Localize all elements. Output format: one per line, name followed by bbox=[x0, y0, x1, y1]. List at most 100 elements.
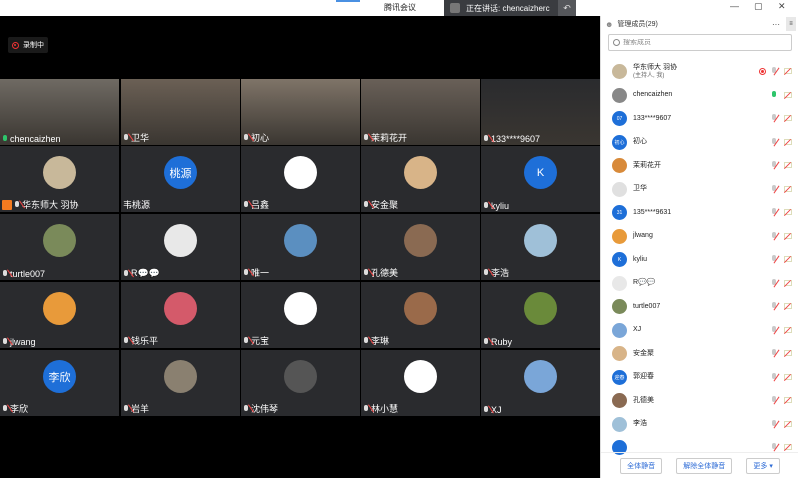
participant-tile[interactable]: 卫华 bbox=[121, 79, 240, 145]
participant-avatar bbox=[524, 292, 557, 325]
camera-off-icon[interactable] bbox=[784, 209, 792, 215]
participant-tile[interactable]: 李欣 李欣 bbox=[0, 350, 119, 416]
maximize-button[interactable]: ▢ bbox=[754, 1, 763, 12]
close-button[interactable]: ✕ bbox=[778, 1, 786, 12]
participant-name: kyliu bbox=[491, 201, 510, 211]
mic-muted-icon[interactable] bbox=[772, 161, 777, 169]
unmute-all-button[interactable]: 解除全体静音 bbox=[676, 457, 733, 474]
participant-tile[interactable]: R💬💬 bbox=[121, 214, 240, 280]
participant-tile[interactable]: 元宝 bbox=[241, 282, 360, 348]
mic-muted-icon[interactable] bbox=[772, 114, 777, 122]
mic-on-icon[interactable] bbox=[772, 90, 777, 99]
participant-tile[interactable]: 沈伟琴 bbox=[241, 350, 360, 416]
mute-all-button[interactable]: 全体静音 bbox=[620, 457, 663, 474]
member-row[interactable]: 初心 初心 bbox=[601, 131, 798, 155]
mic-muted-icon[interactable] bbox=[772, 67, 777, 75]
member-row[interactable]: 安金聚 bbox=[601, 342, 798, 366]
participant-tile[interactable]: 孔德美 bbox=[361, 214, 480, 280]
participant-name-bar: 韦桃源 bbox=[123, 198, 150, 211]
participant-name-bar: 李浩 bbox=[483, 266, 509, 279]
mic-muted-icon[interactable] bbox=[772, 325, 777, 334]
minimize-button[interactable]: — bbox=[730, 1, 739, 11]
participant-tile[interactable]: XJ bbox=[481, 350, 600, 416]
participant-tile[interactable]: 桃源 韦桃源 bbox=[121, 146, 240, 212]
participant-avatar bbox=[164, 224, 197, 257]
mic-muted-icon[interactable] bbox=[772, 278, 777, 287]
camera-off-icon[interactable] bbox=[784, 68, 792, 74]
participant-tile[interactable]: turtle007 bbox=[0, 214, 119, 280]
participant-tile[interactable]: chencaizhen bbox=[0, 79, 119, 145]
camera-off-icon[interactable] bbox=[784, 303, 792, 309]
member-row[interactable]: chencaizhen bbox=[601, 84, 798, 108]
more-options-icon[interactable]: ··· bbox=[772, 20, 786, 29]
participant-name-bar: 茉莉花开 bbox=[363, 131, 407, 144]
camera-off-icon[interactable] bbox=[784, 397, 792, 403]
member-row[interactable]: 李浩 bbox=[601, 413, 798, 437]
member-row[interactable]: 07 133****9607 bbox=[601, 107, 798, 131]
participant-tile[interactable]: 华东师大 羽协 bbox=[0, 146, 119, 212]
participant-tile[interactable]: 安金聚 bbox=[361, 146, 480, 212]
camera-off-icon[interactable] bbox=[784, 162, 792, 168]
mic-muted-icon[interactable] bbox=[772, 137, 777, 146]
mic-muted-icon[interactable] bbox=[772, 231, 777, 240]
participant-tile[interactable]: 吕鑫 bbox=[241, 146, 360, 212]
camera-off-icon[interactable] bbox=[784, 256, 792, 262]
camera-off-icon[interactable] bbox=[784, 185, 792, 192]
back-icon[interactable]: ↶ bbox=[558, 0, 576, 16]
camera-off-icon[interactable] bbox=[784, 115, 792, 121]
member-row[interactable]: turtle007 bbox=[601, 295, 798, 319]
camera-off-icon[interactable] bbox=[784, 373, 792, 380]
participant-tile[interactable]: Ruby bbox=[481, 282, 600, 348]
member-row[interactable]: Kkyliu bbox=[601, 248, 798, 272]
camera-off-icon[interactable] bbox=[784, 279, 792, 286]
member-row[interactable]: R💬💬 bbox=[601, 272, 798, 296]
member-row[interactable]: 孔德美 bbox=[601, 389, 798, 413]
participant-tile[interactable]: 钱乐平 bbox=[121, 282, 240, 348]
participant-name: R💬💬 bbox=[131, 268, 160, 278]
mic-muted-icon[interactable] bbox=[772, 349, 777, 357]
camera-off-icon[interactable] bbox=[784, 420, 792, 427]
participant-tile[interactable]: jlwang bbox=[0, 282, 119, 348]
mic-muted-icon[interactable] bbox=[772, 443, 777, 451]
recording-badge[interactable]: 录制中 bbox=[8, 37, 48, 53]
participant-tile[interactable]: 林小慧 bbox=[361, 350, 480, 416]
camera-off-icon[interactable] bbox=[784, 326, 792, 333]
camera-off-icon[interactable] bbox=[784, 138, 792, 145]
member-row[interactable]: XJ bbox=[601, 319, 798, 343]
member-row[interactable]: 迎春 郭迎春 bbox=[601, 366, 798, 390]
member-search[interactable] bbox=[608, 34, 792, 51]
camera-off-icon[interactable] bbox=[784, 91, 792, 98]
member-row[interactable]: jlwang bbox=[601, 225, 798, 249]
participant-tile[interactable]: Kkyliu bbox=[481, 146, 600, 212]
member-row[interactable]: 31 135****9631 bbox=[601, 201, 798, 225]
camera-off-icon[interactable] bbox=[784, 232, 792, 239]
mic-muted-icon[interactable] bbox=[772, 302, 777, 310]
mic-muted-icon[interactable] bbox=[772, 419, 777, 428]
participant-tile[interactable]: 李琳 bbox=[361, 282, 480, 348]
participant-tile[interactable]: 李浩 bbox=[481, 214, 600, 280]
participant-tile[interactable]: 岩羊 bbox=[121, 350, 240, 416]
speaking-indicator[interactable]: 正在讲话: chencaizherc ↶ bbox=[444, 0, 576, 16]
mic-muted-icon bbox=[14, 200, 20, 209]
participant-name: 林小慧 bbox=[371, 404, 399, 414]
camera-off-icon[interactable] bbox=[784, 350, 792, 356]
participant-name: 元宝 bbox=[251, 336, 270, 346]
mic-muted-icon[interactable] bbox=[772, 255, 777, 263]
mic-muted-icon[interactable] bbox=[772, 372, 777, 381]
collapse-panel-button[interactable]: ≡ bbox=[786, 17, 796, 31]
member-row[interactable]: 卫华 bbox=[601, 178, 798, 202]
mic-muted-icon bbox=[363, 268, 369, 277]
search-input[interactable] bbox=[623, 39, 783, 46]
participant-tile[interactable]: 茉莉花开 bbox=[361, 79, 480, 145]
participant-tile[interactable]: 133****9607 bbox=[481, 79, 600, 145]
participant-tile[interactable]: 唯一 bbox=[241, 214, 360, 280]
mic-muted-icon[interactable] bbox=[772, 184, 777, 193]
mic-muted-icon[interactable] bbox=[772, 208, 777, 216]
member-row[interactable]: 华东师大 羽协 (主持人, 我) bbox=[601, 60, 798, 84]
participant-name-bar: Ruby bbox=[483, 337, 512, 347]
member-row[interactable]: 茉莉花开 bbox=[601, 154, 798, 178]
camera-off-icon[interactable] bbox=[784, 444, 792, 450]
participant-tile[interactable]: 初心 bbox=[241, 79, 360, 145]
more-button[interactable]: 更多 ▾ bbox=[746, 457, 780, 474]
mic-muted-icon[interactable] bbox=[772, 396, 777, 404]
